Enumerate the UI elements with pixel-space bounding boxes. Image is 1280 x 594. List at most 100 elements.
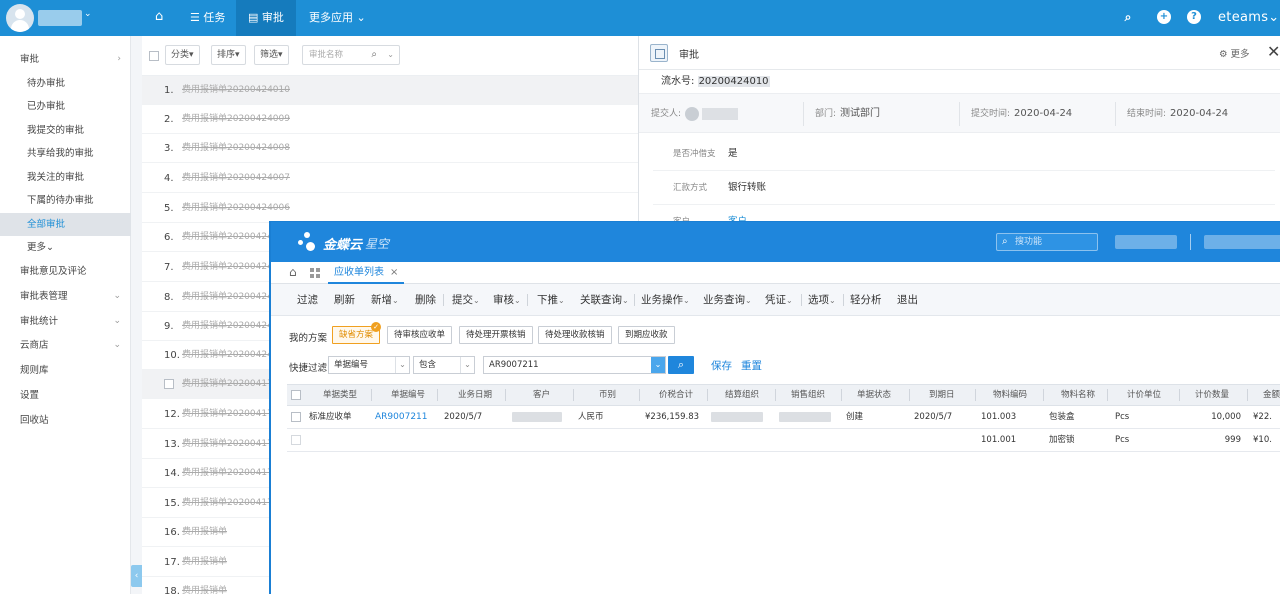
- scheme-pending-audit[interactable]: 待审核应收单: [387, 326, 453, 344]
- col-doc-status[interactable]: 单据状态: [857, 385, 891, 405]
- col-pricing-unit[interactable]: 计价单位: [1127, 385, 1161, 405]
- search-icon: ⌕: [1002, 236, 1008, 247]
- col-total-tax[interactable]: 价税合计: [659, 385, 693, 405]
- sidebar-item-approval[interactable]: 审批 ›: [0, 48, 131, 71]
- sidebar-item-rules[interactable]: 规则库: [0, 359, 131, 382]
- nav-more-apps[interactable]: 更多应用 ⌄: [297, 0, 378, 36]
- col-customer[interactable]: 客户: [533, 385, 550, 405]
- menu-new[interactable]: 新增⌄: [371, 284, 399, 316]
- nav-approval[interactable]: ▤ 审批: [236, 0, 296, 36]
- menu-exit[interactable]: 退出: [897, 284, 918, 316]
- row-checkbox[interactable]: [291, 412, 301, 422]
- menu-options[interactable]: 选项⌄: [808, 284, 836, 316]
- chevron-down-icon: ⌄: [622, 296, 629, 305]
- menu-filter[interactable]: 过滤: [297, 284, 318, 316]
- close-icon[interactable]: ✕: [1267, 42, 1280, 61]
- list-item[interactable]: 3. 费用报销单20200424008: [142, 134, 638, 163]
- close-icon[interactable]: ×: [390, 267, 398, 278]
- plus-icon[interactable]: +: [1157, 10, 1171, 24]
- user-name-redacted: [1204, 235, 1280, 249]
- user-avatar[interactable]: [6, 4, 34, 32]
- grid-icon[interactable]: [310, 268, 320, 278]
- home-icon[interactable]: ⌂: [155, 9, 163, 24]
- search-button[interactable]: ⌕: [668, 356, 694, 374]
- brand-menu[interactable]: eteams⌄: [1218, 10, 1280, 25]
- menu-refresh[interactable]: 刷新: [334, 284, 355, 316]
- col-material-code[interactable]: 物料编码: [993, 385, 1027, 405]
- sidebar-item-followed[interactable]: 我关注的审批: [0, 166, 131, 189]
- chevron-down-icon[interactable]: ⌄: [387, 46, 394, 64]
- filter-value-input[interactable]: AR9007211 ⌄: [483, 356, 666, 374]
- reset-filter-link[interactable]: 重置: [741, 358, 762, 373]
- scheme-receipt-writeoff[interactable]: 待处理收款核销: [538, 326, 612, 344]
- list-item[interactable]: 4. 费用报销单20200424007: [142, 164, 638, 193]
- menu-audit[interactable]: 审核⌄: [493, 284, 521, 316]
- sidebar-item-todo[interactable]: 待办审批: [0, 72, 131, 95]
- more-button[interactable]: ⚙ 更多: [1219, 46, 1250, 60]
- row-checkbox[interactable]: [164, 379, 174, 389]
- search-icon[interactable]: ⌕: [371, 46, 377, 64]
- field-offset-loan: 是否冲借支是: [653, 137, 1275, 171]
- list-item[interactable]: 5. 费用报销单20200424006: [142, 194, 638, 223]
- sidebar-item-form-mgmt[interactable]: 审批表管理 ⌄: [0, 285, 131, 308]
- sort-dropdown[interactable]: 排序▾: [211, 45, 246, 65]
- filter-field-select[interactable]: 单据编号 ⌄: [328, 356, 410, 374]
- sidebar-item-shared[interactable]: 共享给我的审批: [0, 142, 131, 165]
- row-checkbox[interactable]: [291, 435, 301, 445]
- category-dropdown[interactable]: 分类▾: [165, 45, 200, 65]
- col-due-date[interactable]: 到期日: [929, 385, 955, 405]
- col-doc-no[interactable]: 单据编号: [391, 385, 425, 405]
- table-row[interactable]: 101.001 加密锁 Pcs 999 ¥10.: [287, 429, 1280, 452]
- col-sales-org[interactable]: 销售组织: [791, 385, 825, 405]
- scheme-due-receivable[interactable]: 到期应收款: [618, 326, 675, 344]
- help-icon[interactable]: ?: [1187, 10, 1201, 24]
- sidebar: 审批 › 待办审批 已办审批 我提交的审批 共享给我的审批 我关注的审批 下属的待…: [0, 36, 131, 594]
- filter-operator-select[interactable]: 包含 ⌄: [413, 356, 475, 374]
- col-settle-org[interactable]: 结算组织: [725, 385, 759, 405]
- col-currency[interactable]: 币别: [599, 385, 616, 405]
- sidebar-item-subordinate[interactable]: 下属的待办审批: [0, 189, 131, 212]
- table-row[interactable]: 标准应收单 AR9007211 2020/5/7 人民币 ¥236,159.83…: [287, 406, 1280, 429]
- menu-light-analysis[interactable]: 轻分析: [850, 284, 882, 316]
- function-search-input[interactable]: ⌕ 搜功能: [996, 233, 1098, 251]
- tab-receivable-list[interactable]: 应收单列表 ×: [328, 262, 405, 284]
- sidebar-item-submitted[interactable]: 我提交的审批: [0, 119, 131, 142]
- sidebar-item-settings[interactable]: 设置: [0, 384, 131, 407]
- select-all-checkbox[interactable]: [291, 390, 301, 400]
- menu-related-query[interactable]: 关联查询⌄: [580, 284, 629, 316]
- menu-submit[interactable]: 提交⌄: [452, 284, 480, 316]
- sidebar-item-stats[interactable]: 审批统计 ⌄: [0, 310, 131, 333]
- save-filter-link[interactable]: 保存: [711, 358, 732, 373]
- menu-delete[interactable]: 删除: [415, 284, 436, 316]
- chevron-down-icon: ⌄: [395, 357, 409, 373]
- top-nav-bar: ⌄ ⌂ ☰ 任务 ▤ 审批 更多应用 ⌄ ⌕ + ? eteams⌄: [0, 0, 1280, 36]
- scheme-invoice-writeoff[interactable]: 待处理开票核销: [459, 326, 533, 344]
- list-item[interactable]: 2. 费用报销单20200424009: [142, 105, 638, 134]
- sidebar-item-comments[interactable]: 审批意见及评论: [0, 260, 131, 283]
- col-biz-date[interactable]: 业务日期: [458, 385, 492, 405]
- menu-business-ops[interactable]: 业务操作⌄: [641, 284, 690, 316]
- sidebar-collapse-toggle[interactable]: ‹: [131, 565, 142, 587]
- home-icon[interactable]: ⌂: [289, 265, 297, 279]
- menu-business-query[interactable]: 业务查询⌄: [703, 284, 752, 316]
- chevron-down-icon[interactable]: ⌄: [84, 9, 92, 19]
- list-item[interactable]: 1. 费用报销单20200424010: [142, 76, 638, 105]
- menu-voucher[interactable]: 凭证⌄: [765, 284, 793, 316]
- menu-push-down[interactable]: 下推⌄: [537, 284, 565, 316]
- sidebar-item-done[interactable]: 已办审批: [0, 95, 131, 118]
- nav-tasks[interactable]: ☰ 任务: [178, 0, 237, 36]
- doc-no-link[interactable]: AR9007211: [375, 406, 428, 428]
- col-material-name[interactable]: 物料名称: [1061, 385, 1095, 405]
- search-input[interactable]: 审批名称 ⌕ ⌄: [302, 45, 400, 65]
- select-all-checkbox[interactable]: [149, 51, 159, 61]
- kingdee-brand: 金蝶云: [323, 238, 363, 253]
- sidebar-item-recycle[interactable]: 回收站: [0, 409, 131, 432]
- sidebar-item-all[interactable]: 全部审批: [0, 213, 131, 236]
- col-doc-type[interactable]: 单据类型: [323, 385, 357, 405]
- col-amount[interactable]: 金额: [1263, 385, 1280, 405]
- sidebar-item-store[interactable]: 云商店 ⌄: [0, 334, 131, 357]
- sidebar-item-more[interactable]: 更多⌄: [0, 236, 131, 259]
- search-icon[interactable]: ⌕: [1121, 10, 1135, 24]
- col-pricing-qty[interactable]: 计价数量: [1195, 385, 1229, 405]
- filter-dropdown[interactable]: 筛选▾: [254, 45, 289, 65]
